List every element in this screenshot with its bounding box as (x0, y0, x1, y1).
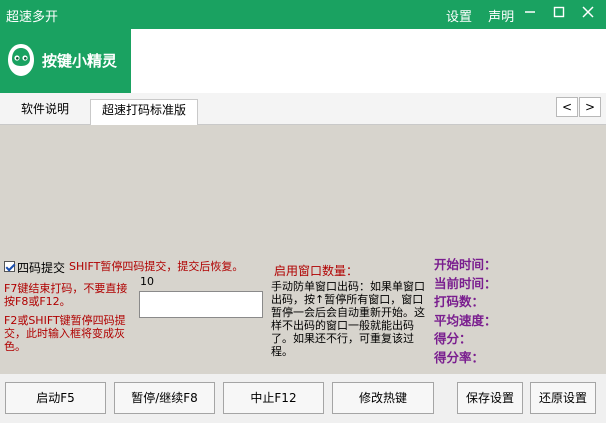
start-time-label: 开始时间： (434, 257, 497, 272)
main-panel: 四码提交 SHIFT暂停四码提交，提交后恢复。 F7键结束打码，不要直接按F8或… (0, 125, 606, 374)
stats-panel: 开始时间： 当前时间： 打码数： 平均速度： 得分： 得分率： (434, 256, 497, 367)
banner-area (131, 29, 606, 93)
app-name: 按键小精灵 (42, 52, 118, 70)
tab-standard-edition[interactable]: 超速打码标准版 (90, 99, 198, 126)
logo-area: 按键小精灵 (0, 29, 131, 93)
bottom-toolbar: 启动F5 暂停/继续F8 中止F12 修改热键 保存设置 还原设置 (0, 374, 606, 423)
disclaimer-link[interactable]: 声明 (488, 10, 514, 25)
four-code-submit-checkbox[interactable] (4, 261, 15, 272)
shift-pause-note: SHIFT暂停四码提交，提交后恢复。 (69, 260, 244, 273)
avg-speed-label: 平均速度： (434, 312, 497, 328)
title-bar: 超速多开 设置 声明 (0, 0, 606, 29)
sprite-logo-icon (8, 44, 34, 76)
score-rate-label: 得分率： (434, 349, 485, 365)
score-label: 得分： (434, 331, 472, 346)
f2-note: F2或SHIFT键暂停四码提交，此时输入框将变成灰色。 (4, 314, 126, 353)
tab-software-info[interactable]: 软件说明 (0, 99, 90, 125)
save-settings-button[interactable]: 保存设置 (457, 382, 523, 414)
settings-link[interactable]: 设置 (446, 10, 472, 25)
f7-note: F7键结束打码，不要直接按F8或F12。 (4, 282, 128, 308)
code-input[interactable] (139, 291, 263, 318)
window-count-label: 启用窗口数量： (274, 264, 359, 278)
pause-resume-button[interactable]: 暂停/继续F8 (114, 382, 215, 414)
edit-hotkey-button[interactable]: 修改热键 (332, 382, 434, 414)
window-title: 超速多开 (6, 10, 59, 25)
restore-settings-button[interactable]: 还原设置 (530, 382, 596, 414)
maximize-icon[interactable] (546, 0, 572, 29)
start-button[interactable]: 启动F5 (5, 382, 106, 414)
current-time-label: 当前时间： (434, 275, 497, 291)
tab-bar: 软件说明 超速打码标准版 < > (0, 93, 606, 126)
stop-button[interactable]: 中止F12 (223, 382, 324, 414)
code-count-label: 打码数： (434, 294, 485, 309)
app-header: 按键小精灵 (0, 29, 606, 93)
tab-scroll-right-button[interactable]: > (579, 97, 601, 117)
close-icon[interactable] (575, 0, 601, 29)
minimize-icon[interactable] (517, 0, 543, 29)
count-label: 10 (140, 275, 154, 288)
title-links: 设置 声明 (446, 6, 526, 25)
tab-scroll-left-button[interactable]: < (556, 97, 578, 117)
four-code-submit-label: 四码提交 (17, 261, 66, 275)
manual-note: 手动防单窗口出码：如果单窗口出码，按↑暂停所有窗口，窗口暂停一会后会自动重新开始… (271, 280, 425, 358)
